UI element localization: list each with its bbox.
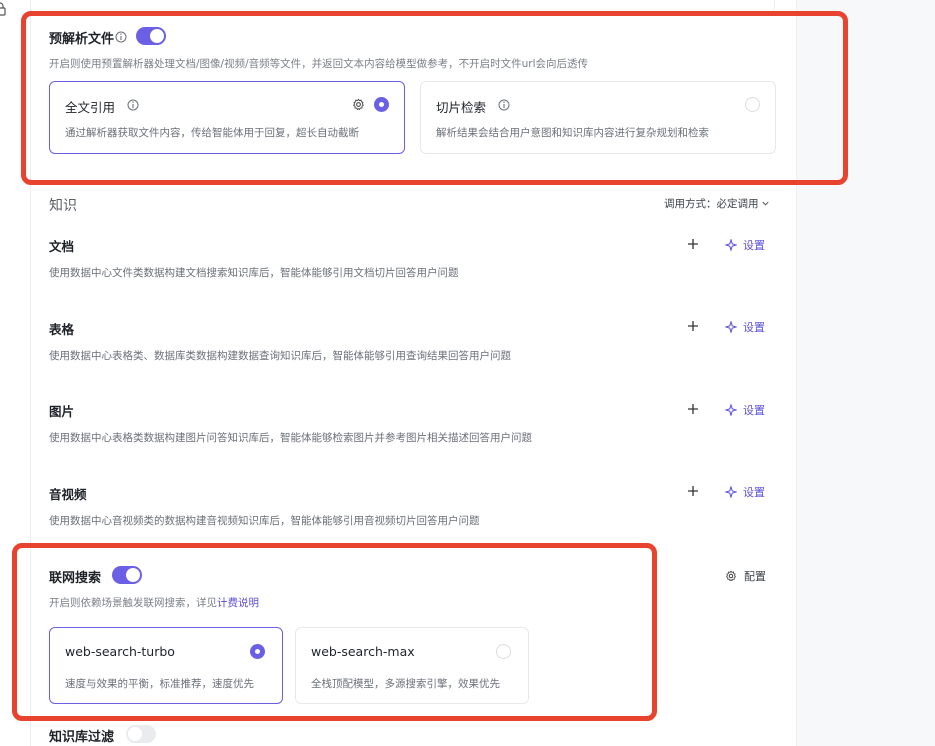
kb-filter-toggle[interactable] bbox=[126, 725, 156, 743]
knowledge-title: 知识 bbox=[49, 198, 77, 214]
call-mode-label: 调用方式： bbox=[664, 198, 717, 210]
call-mode-value: 必定调用 bbox=[716, 198, 759, 210]
kb-item-title-av: 音视频 bbox=[49, 487, 87, 502]
images-settings-button[interactable]: 设置 bbox=[725, 402, 765, 418]
kb-filter-title: 知识库过滤 bbox=[49, 730, 115, 745]
kb-item-desc-docs: 使用数据中心文件类数据构建文档搜索知识库后，智能体能够引用文档切片回答用户问题 bbox=[49, 267, 459, 279]
add-images-icon[interactable] bbox=[686, 402, 700, 416]
kb-item-title-docs: 文档 bbox=[49, 239, 75, 254]
kb-item-desc-images: 使用数据中心表格类数据构建图片问答知识库后，智能体能够检索图片并参考图片相关描述… bbox=[49, 432, 532, 444]
lock-icon bbox=[0, 2, 6, 16]
kb-item-desc-tables: 使用数据中心表格类、数据库类数据构建数据查询知识库后，智能体能够引用查询结果回答… bbox=[49, 350, 511, 362]
chevron-down-icon bbox=[761, 201, 769, 206]
add-docs-icon[interactable] bbox=[686, 237, 700, 251]
kb-item-desc-av: 使用数据中心音视频类的数据构建音视频知识库后，智能体能够引用音视频切片回答用户问… bbox=[49, 515, 480, 527]
add-tables-icon[interactable] bbox=[686, 319, 700, 333]
highlight-box bbox=[21, 11, 848, 185]
sparkle-icon bbox=[725, 486, 737, 498]
config-label: 配置 bbox=[744, 570, 766, 583]
web-search-config-button[interactable]: 配置 bbox=[725, 568, 766, 584]
add-av-icon[interactable] bbox=[686, 484, 700, 498]
settings-label: 设置 bbox=[743, 321, 765, 334]
kb-item-title-images: 图片 bbox=[49, 404, 75, 419]
settings-label: 设置 bbox=[743, 404, 765, 417]
av-settings-button[interactable]: 设置 bbox=[725, 484, 765, 500]
gear-icon bbox=[726, 570, 736, 582]
tables-settings-button[interactable]: 设置 bbox=[725, 319, 765, 335]
sparkle-icon bbox=[725, 321, 737, 333]
kb-item-title-tables: 表格 bbox=[49, 322, 75, 337]
toggle-knob bbox=[128, 727, 142, 741]
highlight-box bbox=[12, 543, 657, 721]
docs-settings-button[interactable]: 设置 bbox=[725, 237, 765, 253]
call-mode-dropdown[interactable]: 调用方式： 必定调用 bbox=[664, 196, 770, 211]
sparkle-icon bbox=[725, 239, 737, 251]
settings-label: 设置 bbox=[743, 239, 765, 252]
settings-label: 设置 bbox=[743, 486, 765, 499]
sparkle-icon bbox=[725, 404, 737, 416]
